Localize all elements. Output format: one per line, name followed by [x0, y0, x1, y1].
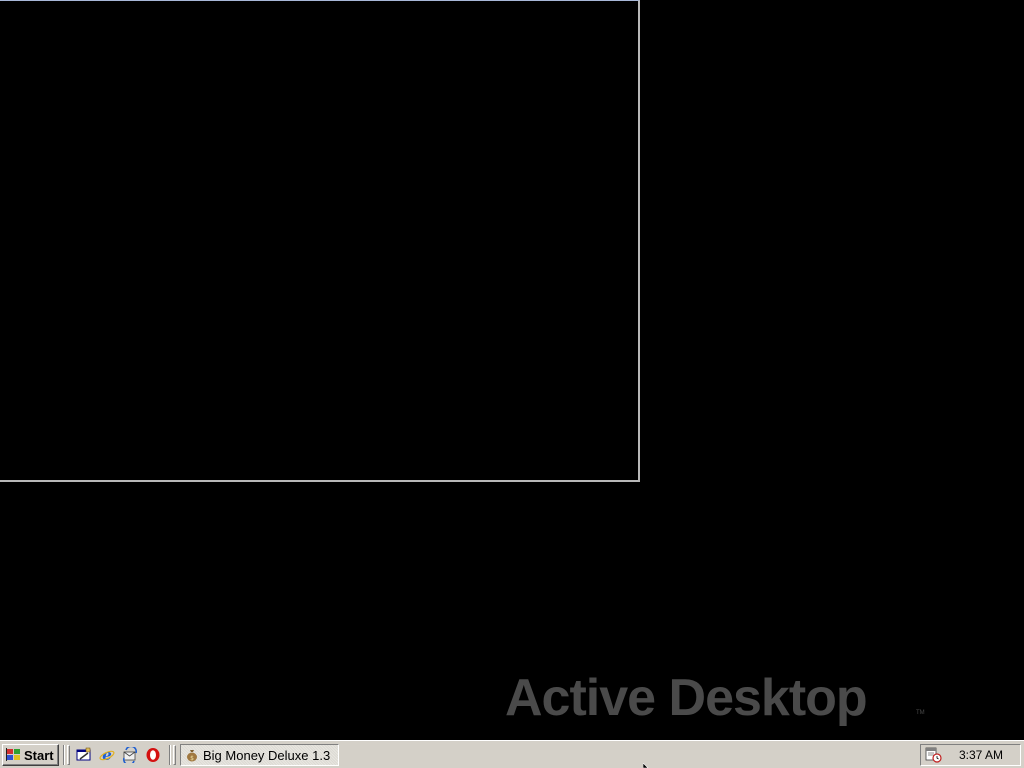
mouse-cursor-icon: [643, 763, 649, 768]
outlook-express-icon[interactable]: [122, 747, 138, 763]
start-button[interactable]: Start: [2, 744, 59, 766]
opera-icon[interactable]: [145, 747, 161, 763]
taskbar: Start e $ Big Money Deluxe 1.3 3:37 AM: [0, 740, 1024, 768]
taskbar-separator: [63, 745, 65, 765]
active-desktop-watermark: Active Desktop: [505, 669, 868, 727]
internet-explorer-icon[interactable]: e: [99, 747, 115, 763]
quick-launch-grip[interactable]: [67, 745, 70, 765]
money-bag-icon: $: [187, 750, 197, 762]
task-button-big-money-deluxe[interactable]: $ Big Money Deluxe 1.3: [180, 744, 339, 766]
svg-text:e: e: [102, 747, 112, 763]
svg-text:$: $: [190, 755, 194, 762]
windows-logo-icon: [6, 748, 20, 761]
watermark-trademark: TM: [916, 710, 925, 716]
task-button-label: Big Money Deluxe 1.3: [203, 747, 331, 763]
system-tray: 3:37 AM: [920, 744, 1021, 766]
start-label: Start: [24, 747, 54, 763]
game-window[interactable]: [0, 0, 640, 482]
scheduler-icon[interactable]: [925, 747, 943, 763]
clock[interactable]: 3:37 AM: [959, 748, 1003, 762]
show-desktop-icon[interactable]: [76, 747, 92, 763]
task-area-grip[interactable]: [173, 745, 176, 765]
desktop[interactable]: Active Desktop TM: [0, 0, 1024, 740]
taskbar-separator: [169, 745, 171, 765]
